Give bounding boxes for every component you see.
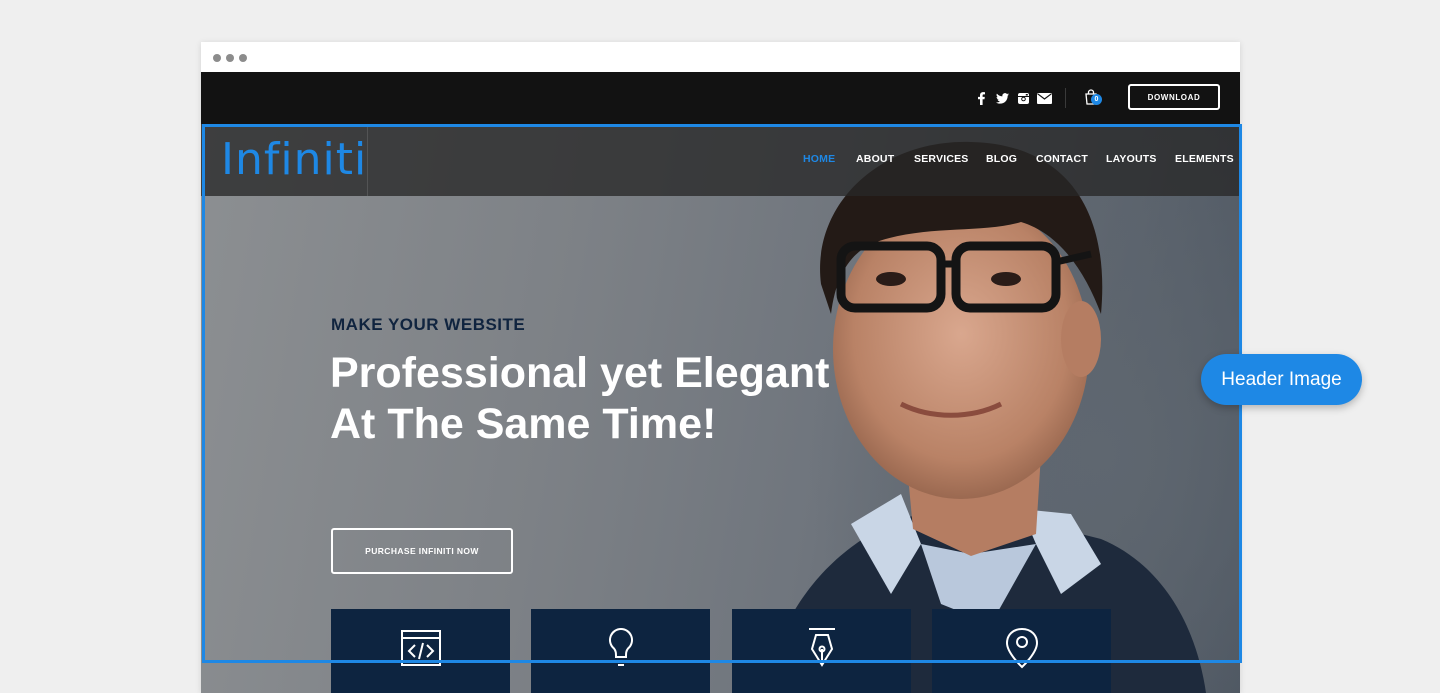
download-button[interactable]: DOWNLOAD	[1128, 84, 1220, 110]
nav-layouts[interactable]: LAYOUTS	[1106, 153, 1157, 165]
browser-window: 0 DOWNLOAD Infiniti HOME ABOUT SERVICES …	[201, 42, 1240, 693]
main-navbar: Infiniti HOME ABOUT SERVICES BLOG CONTAC…	[201, 124, 1240, 196]
window-dot	[239, 54, 247, 62]
nav-blog[interactable]: BLOG	[986, 153, 1017, 165]
feature-card-design[interactable]	[732, 609, 911, 693]
cart-count-badge: 0	[1091, 94, 1102, 105]
hero-headline-line-1: Professional yet Elegant	[330, 349, 830, 397]
facebook-icon[interactable]	[976, 91, 986, 105]
hero-headline-line-2: At The Same Time!	[330, 400, 717, 448]
purchase-button[interactable]: PURCHASE INFINITI NOW	[331, 528, 513, 574]
top-bar: 0 DOWNLOAD	[201, 72, 1240, 124]
hero-header-image: Infiniti HOME ABOUT SERVICES BLOG CONTAC…	[201, 124, 1240, 693]
nav-contact[interactable]: CONTACT	[1036, 153, 1088, 165]
hero-eyebrow: MAKE YOUR WEBSITE	[331, 315, 526, 334]
feature-card-location[interactable]	[932, 609, 1111, 693]
site-logo[interactable]: Infiniti	[221, 134, 367, 186]
code-icon	[400, 630, 441, 666]
nav-services[interactable]: SERVICES	[914, 153, 969, 165]
nav-about[interactable]: ABOUT	[856, 153, 894, 165]
window-dot	[226, 54, 234, 62]
window-dot	[213, 54, 221, 62]
location-pin-icon	[1005, 627, 1038, 669]
topbar-divider	[1065, 88, 1066, 108]
lightbulb-icon	[608, 627, 633, 666]
feature-card-code[interactable]	[331, 609, 510, 693]
nav-home[interactable]: HOME	[803, 153, 835, 165]
header-image-callout: Header Image	[1201, 354, 1362, 405]
nav-elements[interactable]: ELEMENTS	[1175, 153, 1234, 165]
navbar-divider	[367, 124, 368, 196]
hero-headline: Professional yet Elegant At The Same Tim…	[330, 348, 890, 450]
feature-card-idea[interactable]	[531, 609, 710, 693]
pen-nib-icon	[808, 628, 835, 667]
mail-icon[interactable]	[1036, 91, 1052, 105]
twitter-icon[interactable]	[995, 91, 1009, 105]
instagram-icon[interactable]	[1017, 91, 1029, 105]
browser-chrome-bar	[201, 42, 1240, 72]
